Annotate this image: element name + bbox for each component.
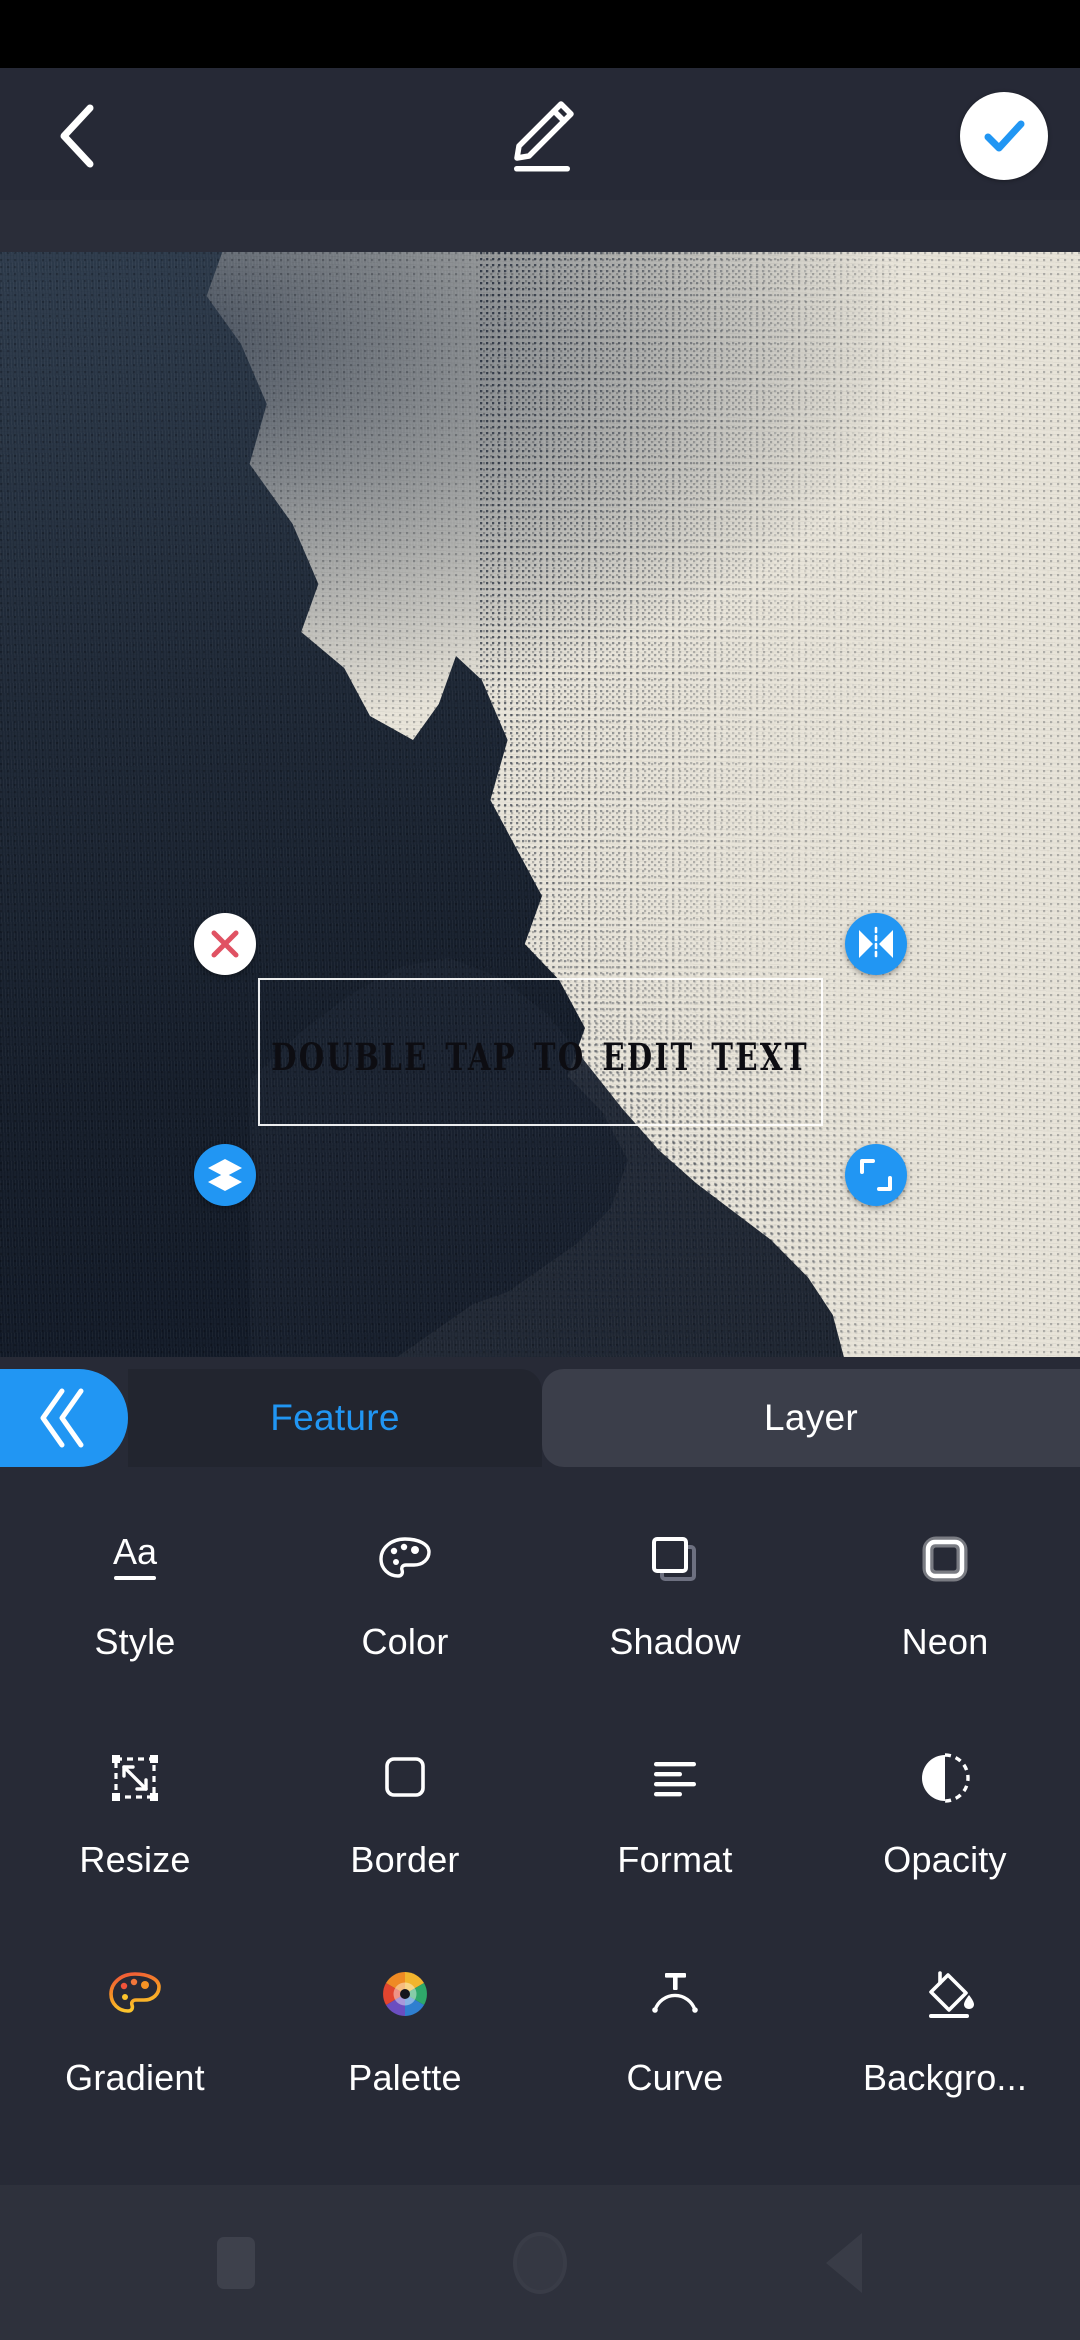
tool-download[interactable] bbox=[0, 2133, 270, 2185]
square-icon bbox=[217, 2236, 255, 2289]
color-wheel-icon bbox=[366, 1957, 444, 2035]
panel-tab-bar: Feature Layer bbox=[0, 1357, 1080, 1479]
tool-resize-label: Resize bbox=[79, 1839, 191, 1880]
tool-palette-label: Palette bbox=[348, 2057, 462, 2098]
tool-neon[interactable]: Neon bbox=[810, 1479, 1080, 1697]
collapse-panel-button[interactable] bbox=[0, 1369, 128, 1467]
tool-background-label: Backgro... bbox=[862, 2057, 1028, 2098]
tab-layer-label: Layer bbox=[763, 1397, 859, 1438]
shadow-squares-icon bbox=[636, 1521, 714, 1599]
tool-rounded-rect[interactable] bbox=[540, 2133, 810, 2185]
tool-flame[interactable] bbox=[270, 2133, 540, 2185]
status-bar bbox=[0, 0, 1080, 68]
text-layer-selection[interactable]: Double tap to edit text bbox=[258, 978, 823, 1126]
nav-recents-button[interactable] bbox=[192, 2219, 280, 2307]
tool-format[interactable]: Format bbox=[540, 1697, 810, 1915]
tab-feature-label: Feature bbox=[270, 1397, 400, 1438]
tool-border[interactable]: Border bbox=[270, 1697, 540, 1915]
rounded-rect-icon bbox=[636, 2175, 714, 2185]
pencil-icon bbox=[514, 101, 574, 172]
layers-icon bbox=[208, 1159, 242, 1191]
tool-shadow[interactable]: Shadow bbox=[540, 1479, 810, 1697]
paint-bucket-icon bbox=[906, 1957, 984, 2035]
tool-background[interactable]: Backgro... bbox=[810, 1915, 1080, 2133]
tool-resize[interactable]: Resize bbox=[0, 1697, 270, 1915]
resize-layer-handle[interactable] bbox=[845, 1144, 907, 1206]
tab-layer[interactable]: Layer bbox=[542, 1369, 1080, 1467]
android-nav-bar bbox=[0, 2185, 1080, 2340]
tool-neon-label: Neon bbox=[901, 1621, 989, 1662]
app-root: Double tap to edit text bbox=[0, 0, 1080, 2340]
top-app-bar bbox=[0, 68, 1080, 200]
layer-order-handle[interactable] bbox=[194, 1144, 256, 1206]
tab-feature[interactable]: Feature bbox=[128, 1369, 542, 1467]
triangle-left-icon bbox=[826, 2232, 862, 2293]
tool-opacity-label: Opacity bbox=[883, 1839, 1007, 1880]
neon-square-icon bbox=[906, 1521, 984, 1599]
tool-color-label: Color bbox=[361, 1621, 449, 1662]
image-canvas[interactable]: Double tap to edit text bbox=[0, 252, 1080, 1357]
tool-curve[interactable]: Curve bbox=[540, 1915, 810, 2133]
tool-style-label: Style bbox=[94, 1621, 176, 1662]
tool-color[interactable]: Color bbox=[270, 1479, 540, 1697]
tool-curve-label: Curve bbox=[626, 2057, 724, 2098]
delete-layer-handle[interactable] bbox=[194, 913, 256, 975]
confirm-button[interactable] bbox=[960, 92, 1048, 180]
close-icon bbox=[211, 930, 239, 958]
flip-layer-handle[interactable] bbox=[845, 913, 907, 975]
palette-outline-icon bbox=[366, 1521, 444, 1599]
circle-icon bbox=[513, 2231, 567, 2294]
resize-corner-icon bbox=[860, 1159, 892, 1191]
nav-back-button[interactable] bbox=[800, 2219, 888, 2307]
svg-text:Aa: Aa bbox=[113, 1531, 158, 1572]
border-square-icon bbox=[366, 1739, 444, 1817]
tool-gradient-label: Gradient bbox=[65, 2057, 205, 2098]
tool-grid: Aa Style Color Shadow Neon Resize Border… bbox=[0, 1479, 1080, 2185]
stripes-icon bbox=[906, 2175, 984, 2185]
resize-dashed-icon bbox=[96, 1739, 174, 1817]
flame-icon bbox=[366, 2175, 444, 2185]
tool-shadow-label: Shadow bbox=[609, 1621, 741, 1662]
gradient-palette-icon bbox=[96, 1957, 174, 2035]
flip-horizontal-icon bbox=[859, 926, 893, 962]
chevron-left-icon bbox=[60, 104, 94, 168]
double-chevron-left-icon bbox=[40, 1388, 84, 1448]
text-align-icon bbox=[636, 1739, 714, 1817]
nav-home-button[interactable] bbox=[496, 2219, 584, 2307]
edit-text-title-button[interactable] bbox=[492, 94, 588, 178]
tool-style[interactable]: Aa Style bbox=[0, 1479, 270, 1697]
tool-format-label: Format bbox=[617, 1839, 733, 1880]
tool-border-label: Border bbox=[350, 1839, 460, 1880]
text-style-icon: Aa bbox=[96, 1521, 174, 1599]
tool-palette[interactable]: Palette bbox=[270, 1915, 540, 2133]
download-arrow-icon bbox=[96, 2175, 174, 2185]
canvas-top-gap bbox=[0, 200, 1080, 252]
tool-panel: Feature Layer Aa Style Color Shadow Neon… bbox=[0, 1357, 1080, 2185]
tool-stripes[interactable] bbox=[810, 2133, 1080, 2185]
curve-text-icon bbox=[636, 1957, 714, 2035]
opacity-half-circle-icon bbox=[906, 1739, 984, 1817]
check-icon bbox=[984, 120, 1025, 152]
tool-gradient[interactable]: Gradient bbox=[0, 1915, 270, 2133]
back-button[interactable] bbox=[40, 98, 116, 174]
text-layer-content: Double tap to edit text bbox=[271, 1020, 810, 1084]
tool-opacity[interactable]: Opacity bbox=[810, 1697, 1080, 1915]
